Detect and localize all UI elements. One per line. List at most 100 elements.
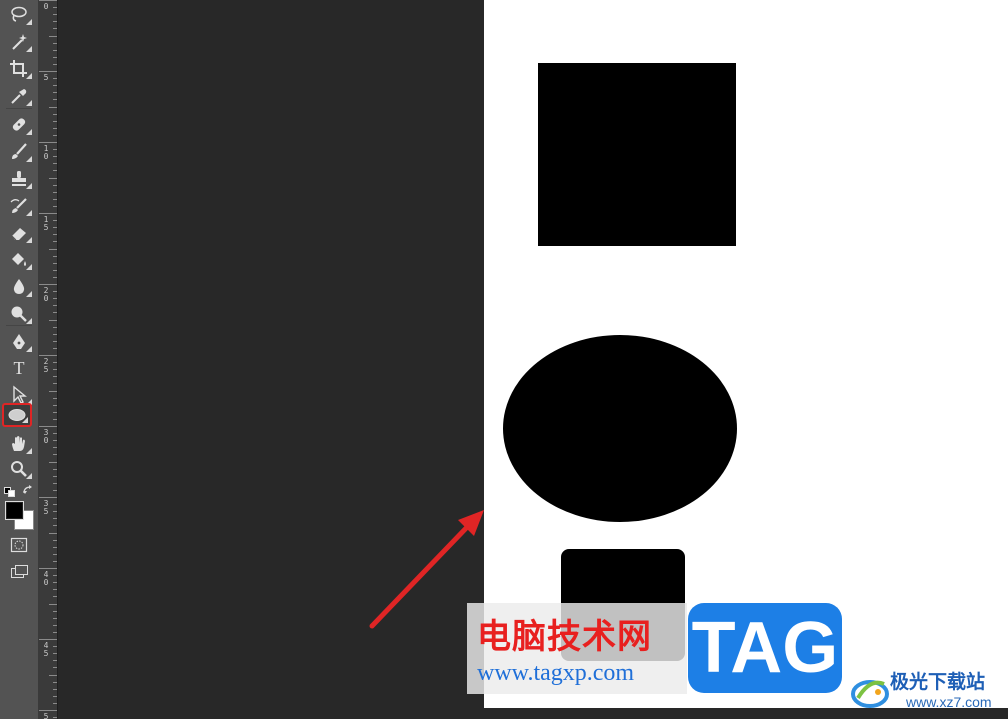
- submenu-indicator: [26, 129, 32, 135]
- ruler-tick: [53, 631, 57, 633]
- submenu-indicator: [26, 346, 32, 352]
- ruler-tick: [39, 71, 57, 72]
- tool-zoom[interactable]: [4, 457, 34, 481]
- tool-dodge[interactable]: [4, 302, 34, 326]
- tool-history-brush[interactable]: [4, 194, 34, 218]
- submenu-indicator: [26, 318, 32, 324]
- tool-ellipse-tool[interactable]: [2, 403, 32, 427]
- ruler-tick: [53, 539, 57, 541]
- ruler-tick: [39, 639, 57, 640]
- tool-magic-wand[interactable]: [4, 30, 34, 54]
- tool-lasso[interactable]: [4, 3, 34, 27]
- ruler-tick: [53, 14, 57, 16]
- ruler-tick: [39, 213, 57, 214]
- ruler-tick: [39, 0, 57, 1]
- ruler-tick: [53, 475, 57, 477]
- ruler-tick: [53, 518, 57, 520]
- ruler-tick: [53, 418, 57, 420]
- screen-mode-icon[interactable]: [10, 564, 30, 580]
- ruler-tick: [49, 674, 57, 676]
- ruler-tick: [53, 596, 57, 598]
- tool-healing-brush[interactable]: [4, 113, 34, 137]
- ruler-tick: [53, 127, 57, 129]
- submenu-indicator: [22, 417, 28, 423]
- ruler-tick: [53, 582, 57, 584]
- tool-crop[interactable]: [4, 57, 34, 81]
- ruler-tick: [53, 92, 57, 94]
- ruler-tick: [53, 546, 57, 548]
- ruler-tick: [53, 269, 57, 271]
- ruler-tick: [53, 447, 57, 449]
- submenu-indicator: [26, 473, 32, 479]
- ruler-tick: [53, 610, 57, 612]
- tool-pen[interactable]: [4, 330, 34, 354]
- tools-panel: T: [0, 0, 39, 719]
- ruler-tick: [53, 149, 57, 151]
- ruler-label: 5: [43, 73, 49, 82]
- ruler-tick: [53, 454, 57, 456]
- submenu-indicator: [26, 100, 32, 106]
- ruler-tick: [53, 362, 57, 364]
- submenu-indicator: [26, 183, 32, 189]
- ruler-label: 2 5: [43, 357, 49, 374]
- tag-logo: TAG: [688, 603, 842, 693]
- ruler-tick: [53, 589, 57, 591]
- ruler-tick: [53, 163, 57, 165]
- ruler-label: 4 0: [43, 570, 49, 587]
- ruler-tick: [39, 142, 57, 143]
- ruler-tick: [53, 85, 57, 87]
- ruler-tick: [53, 291, 57, 293]
- ruler-tick: [53, 553, 57, 555]
- ruler-tick: [53, 56, 57, 58]
- aurora-logo-icon: [851, 680, 889, 708]
- ruler-tick: [53, 227, 57, 229]
- ruler-tick: [53, 489, 57, 491]
- ruler-tick: [53, 255, 57, 257]
- ruler-tick: [53, 156, 57, 158]
- foreground-color-swatch[interactable]: [5, 501, 24, 520]
- site-title: 极光下载站: [890, 671, 986, 693]
- submenu-indicator: [26, 210, 32, 216]
- black-rectangle[interactable]: [538, 63, 736, 246]
- ruler-tick: [53, 617, 57, 619]
- tool-brush[interactable]: [4, 140, 34, 164]
- ruler-tick: [53, 504, 57, 506]
- tool-type[interactable]: T: [4, 356, 34, 380]
- tool-eraser[interactable]: [4, 221, 34, 245]
- ruler-tick: [53, 198, 57, 200]
- ruler-tick: [39, 284, 57, 285]
- ruler-label: 1 0: [43, 144, 49, 161]
- ruler-tick: [53, 191, 57, 193]
- ruler-tick: [53, 681, 57, 683]
- ruler-tick: [53, 340, 57, 342]
- tool-hand[interactable]: [4, 432, 34, 456]
- ruler-tick: [53, 695, 57, 697]
- tool-clone-stamp[interactable]: [4, 167, 34, 191]
- ruler-label: 0: [43, 2, 49, 11]
- swap-colors-icon[interactable]: [22, 483, 34, 495]
- ruler-tick: [49, 106, 57, 108]
- black-ellipse[interactable]: [503, 335, 737, 522]
- ruler-tick: [49, 177, 57, 179]
- ruler-tick: [53, 525, 57, 527]
- tool-paint-bucket[interactable]: [4, 248, 34, 272]
- tool-blur[interactable]: [4, 275, 34, 299]
- ruler-tick: [53, 63, 57, 65]
- ruler-label: 2 0: [43, 286, 49, 303]
- default-colors-icon[interactable]: [4, 484, 16, 497]
- ruler-tick: [53, 205, 57, 207]
- ruler-tick: [39, 426, 57, 427]
- ruler-tick: [39, 355, 57, 356]
- quick-mask-icon[interactable]: [10, 537, 28, 553]
- tool-eyedropper[interactable]: [4, 84, 34, 108]
- ruler-tick: [53, 333, 57, 335]
- ruler-tick: [53, 702, 57, 704]
- ruler-tick: [53, 113, 57, 115]
- ruler-tick: [53, 560, 57, 562]
- ruler-label: 1 5: [43, 215, 49, 232]
- submenu-indicator: [26, 291, 32, 297]
- ruler-tick: [53, 49, 57, 51]
- ruler-tick: [53, 21, 57, 23]
- ruler-tick: [53, 234, 57, 236]
- document-canvas[interactable]: [484, 0, 1008, 708]
